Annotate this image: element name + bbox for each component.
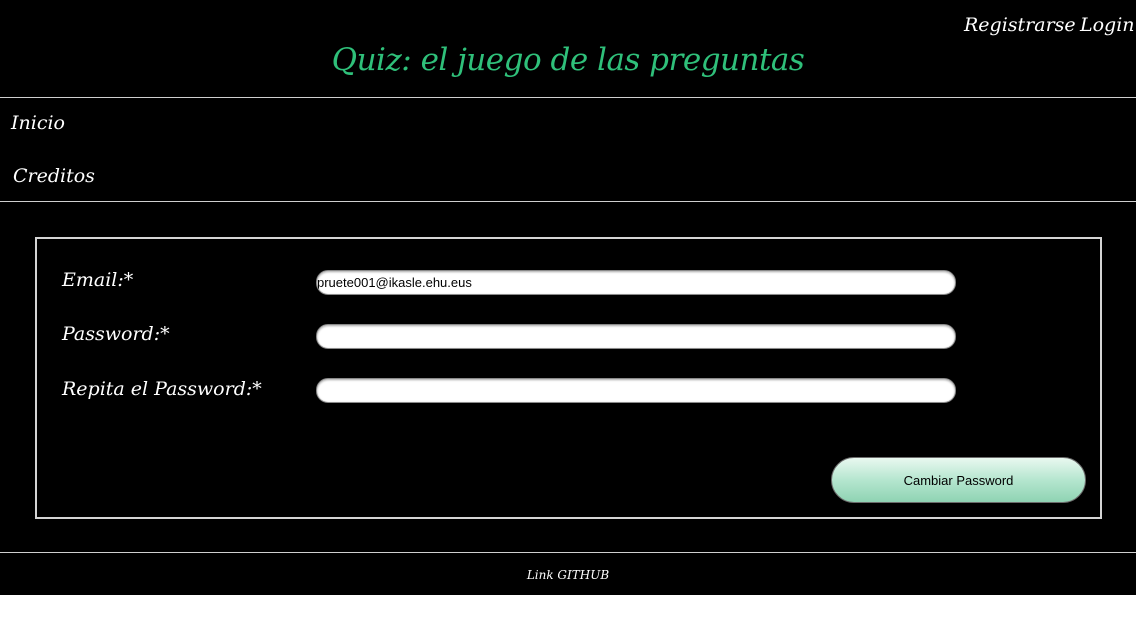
nav-item-creditos[interactable]: Creditos: [13, 165, 95, 187]
password-label: Password:*: [62, 323, 170, 345]
page-background: Registrarse Login Quiz: el juego de las …: [0, 0, 1136, 595]
change-password-form: Email:* Password:* Repita el Password:* …: [35, 237, 1102, 519]
nav-item-inicio[interactable]: Inicio: [11, 112, 65, 134]
register-link[interactable]: Registrarse: [964, 14, 1076, 36]
change-password-button[interactable]: Cambiar Password: [831, 457, 1086, 503]
email-label: Email:*: [62, 269, 134, 291]
nav-menu: Inicio Creditos: [0, 98, 1136, 202]
login-link[interactable]: Login: [1080, 14, 1135, 36]
password-field[interactable]: [316, 324, 956, 349]
email-field[interactable]: [316, 270, 956, 295]
github-link[interactable]: Link GITHUB: [0, 568, 1136, 582]
footer: Link GITHUB: [0, 552, 1136, 596]
header: Registrarse Login Quiz: el juego de las …: [0, 0, 1136, 98]
site-title: Quiz: el juego de las preguntas: [331, 42, 805, 78]
repeat-password-field[interactable]: [316, 378, 956, 403]
repeat-password-label: Repita el Password:*: [62, 378, 262, 400]
